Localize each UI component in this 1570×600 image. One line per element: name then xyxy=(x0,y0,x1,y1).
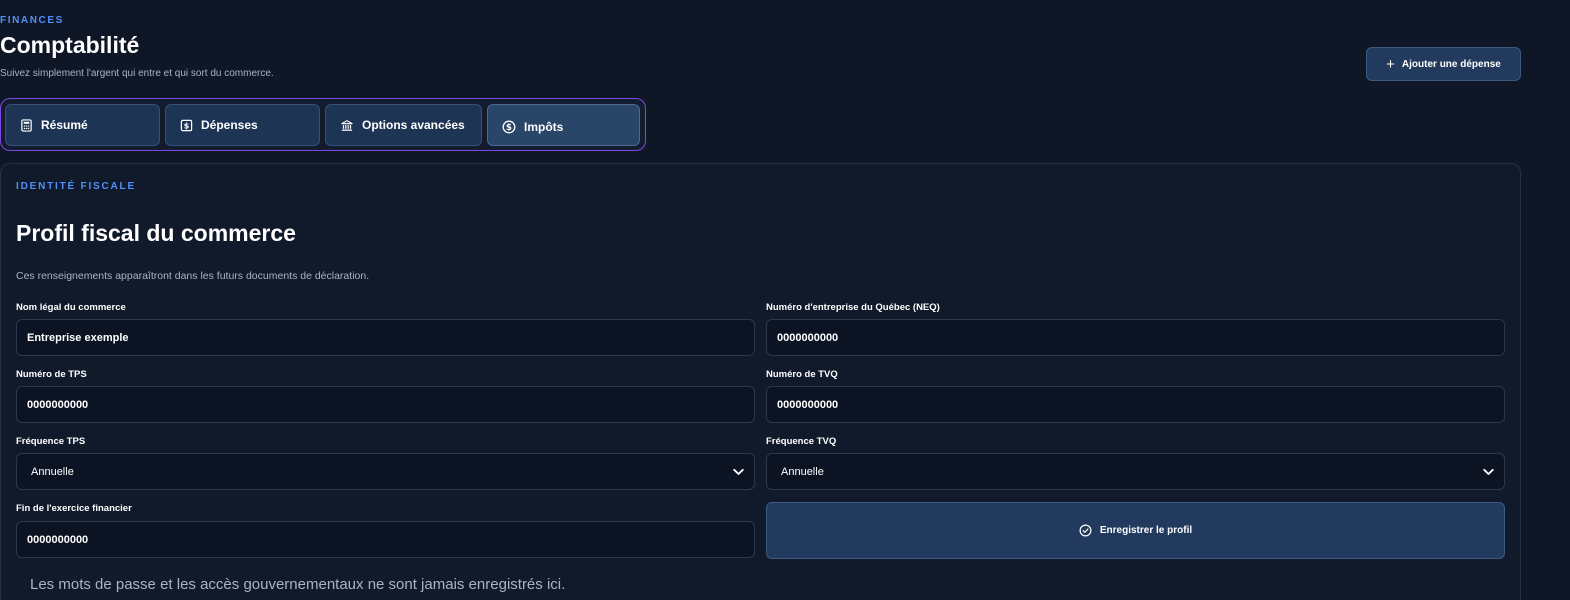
tab-bar: Résumé $ Dépenses Options avancées $ Imp… xyxy=(0,98,646,151)
fiscal-year-end-input[interactable]: 0000000000 xyxy=(16,521,755,558)
fiscal-year-end-label: Fin de l'exercice financier xyxy=(16,503,132,514)
tab-resume[interactable]: Résumé xyxy=(5,104,160,146)
legal-name-input[interactable]: Entreprise exemple xyxy=(16,319,755,356)
tab-label: Résumé xyxy=(41,118,88,132)
calculator-icon xyxy=(21,118,32,132)
tps-frequency-value: Annuelle xyxy=(31,465,74,478)
tvq-number-label: Numéro de TVQ xyxy=(766,369,838,380)
tvq-frequency-select[interactable]: Annuelle xyxy=(766,453,1505,490)
tab-impots[interactable]: $ Impôts xyxy=(487,104,640,146)
privacy-note: Les mots de passe et les accès gouvernem… xyxy=(30,576,566,593)
plus-icon: + xyxy=(1386,55,1395,73)
chevron-down-icon xyxy=(733,468,744,475)
tab-depenses[interactable]: $ Dépenses xyxy=(165,104,320,146)
page-subtitle: Suivez simplement l'argent qui entre et … xyxy=(0,68,274,79)
page-title: Comptabilité xyxy=(0,32,140,58)
tab-options-avancees[interactable]: Options avancées xyxy=(325,104,482,146)
check-circle-icon xyxy=(1079,524,1092,537)
tvq-number-input[interactable]: 0000000000 xyxy=(766,386,1505,423)
tps-number-label: Numéro de TPS xyxy=(16,369,87,380)
neq-label: Numéro d'entreprise du Québec (NEQ) xyxy=(766,302,940,313)
bank-icon xyxy=(341,119,353,131)
dollar-coin-icon: $ xyxy=(502,120,516,134)
add-expense-label: Ajouter une dépense xyxy=(1401,58,1501,70)
add-expense-button[interactable]: + Ajouter une dépense xyxy=(1366,47,1521,81)
section-eyebrow-finances: FINANCES xyxy=(0,15,64,26)
save-profile-button[interactable]: Enregistrer le profil xyxy=(766,502,1505,559)
accounting-page: FINANCES Comptabilité Suivez simplement … xyxy=(0,0,1570,600)
tab-label: Dépenses xyxy=(201,118,258,132)
dollar-receipt-icon: $ xyxy=(180,119,193,131)
section-eyebrow-fiscal: IDENTITÉ FISCALE xyxy=(16,181,136,192)
tvq-frequency-label: Fréquence TVQ xyxy=(766,436,837,447)
tab-label: Options avancées xyxy=(362,118,465,132)
tps-number-input[interactable]: 0000000000 xyxy=(16,386,755,423)
neq-input[interactable]: 0000000000 xyxy=(766,319,1505,356)
chevron-down-icon xyxy=(1483,468,1494,475)
tab-label: Impôts xyxy=(524,120,564,134)
section-title: Profil fiscal du commerce xyxy=(16,220,296,246)
tps-frequency-label: Fréquence TPS xyxy=(16,436,86,447)
save-profile-label: Enregistrer le profil xyxy=(1099,525,1193,536)
svg-text:$: $ xyxy=(184,121,189,130)
svg-text:$: $ xyxy=(506,123,512,133)
tvq-frequency-value: Annuelle xyxy=(781,465,824,478)
legal-name-label: Nom légal du commerce xyxy=(16,302,126,313)
tps-frequency-select[interactable]: Annuelle xyxy=(16,453,755,490)
section-description: Ces renseignements apparaîtront dans les… xyxy=(16,270,370,282)
